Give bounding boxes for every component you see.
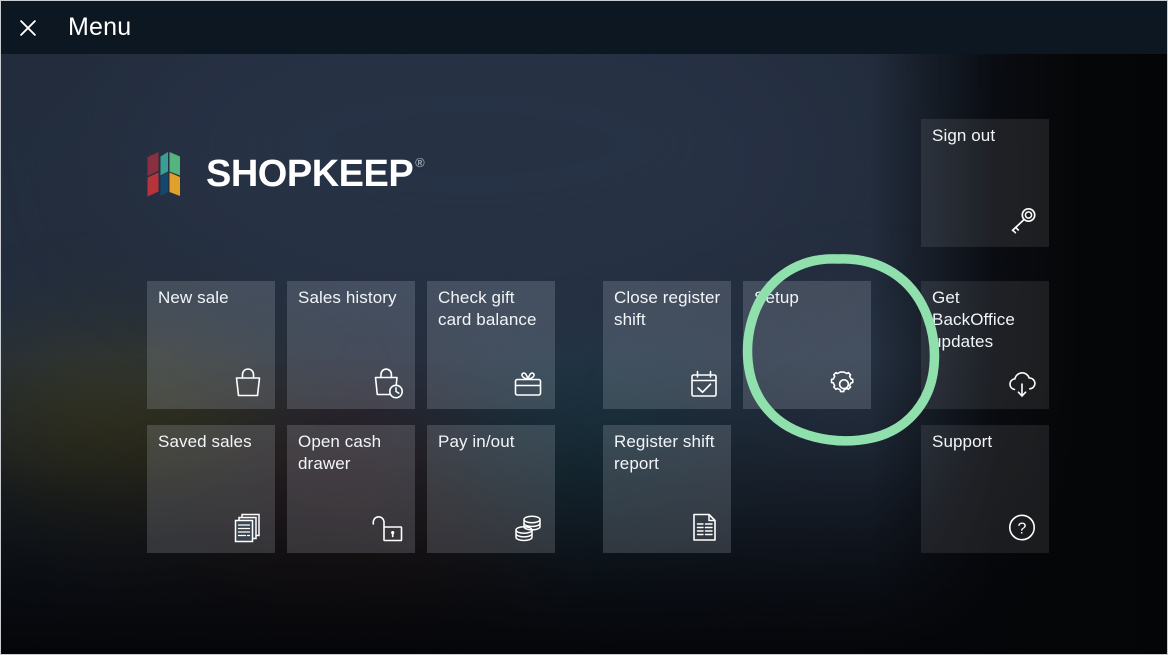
tile-saved-sales[interactable]: Saved sales xyxy=(147,425,275,553)
report-document-icon xyxy=(687,510,721,544)
shopkeep-logo: SHOPKEEP ® xyxy=(147,151,425,197)
tile-label: Saved sales xyxy=(158,432,252,451)
tile-label: New sale xyxy=(158,288,229,307)
gift-card-icon xyxy=(511,366,545,400)
cloud-download-icon xyxy=(1005,366,1039,400)
documents-stack-icon xyxy=(231,510,265,544)
shopkeep-logo-mark xyxy=(147,152,180,197)
page-title: Menu xyxy=(68,13,132,41)
tile-pay-in-out[interactable]: Pay in/out xyxy=(427,425,555,553)
tile-setup[interactable]: Setup xyxy=(743,281,871,409)
tile-label: Support xyxy=(932,432,993,451)
shopkeep-menu-screen: Menu SHOPKEEP ® Sign out New sale Sales … xyxy=(0,0,1168,655)
wordmark-text: SHOPKEEP xyxy=(206,152,414,195)
shopping-bag-clock-icon xyxy=(371,366,405,400)
tile-open-cash-drawer[interactable]: Open cash drawer xyxy=(287,425,415,553)
tile-check-gift-card-balance[interactable]: Check gift card balance xyxy=(427,281,555,409)
tile-close-register-shift[interactable]: Close register shift xyxy=(603,281,731,409)
tile-label: Sign out xyxy=(932,126,996,145)
menu-stage: SHOPKEEP ® Sign out New sale Sales histo… xyxy=(1,54,1167,654)
registered-mark: ® xyxy=(415,154,425,170)
gear-icon xyxy=(827,366,861,400)
calendar-check-icon xyxy=(687,366,721,400)
unlocked-padlock-icon xyxy=(371,510,405,544)
tile-label: Register shift report xyxy=(614,432,715,473)
tile-label: Setup xyxy=(754,288,799,307)
close-icon xyxy=(20,19,36,36)
tile-label: Close register shift xyxy=(614,288,721,329)
tile-register-shift-report[interactable]: Register shift report xyxy=(603,425,731,553)
tile-sign-out[interactable]: Sign out xyxy=(921,119,1049,247)
tile-label: Get BackOffice updates xyxy=(932,288,1015,351)
tile-label: Check gift card balance xyxy=(438,288,537,329)
shopkeep-wordmark: SHOPKEEP ® xyxy=(206,152,425,196)
shopping-bag-icon xyxy=(231,366,265,400)
tile-label: Open cash drawer xyxy=(298,432,382,473)
tile-new-sale[interactable]: New sale xyxy=(147,281,275,409)
tile-sales-history[interactable]: Sales history xyxy=(287,281,415,409)
tile-label: Sales history xyxy=(298,288,397,307)
tile-label: Pay in/out xyxy=(438,432,515,451)
svg-text:?: ? xyxy=(1018,521,1027,538)
window-titlebar: Menu xyxy=(1,1,1167,54)
key-icon xyxy=(1005,204,1039,238)
close-button[interactable] xyxy=(1,1,55,54)
question-circle-icon: ? xyxy=(1005,510,1039,544)
tile-get-backoffice-updates[interactable]: Get BackOffice updates xyxy=(921,281,1049,409)
coins-stack-icon xyxy=(511,510,545,544)
tile-support[interactable]: Support ? xyxy=(921,425,1049,553)
